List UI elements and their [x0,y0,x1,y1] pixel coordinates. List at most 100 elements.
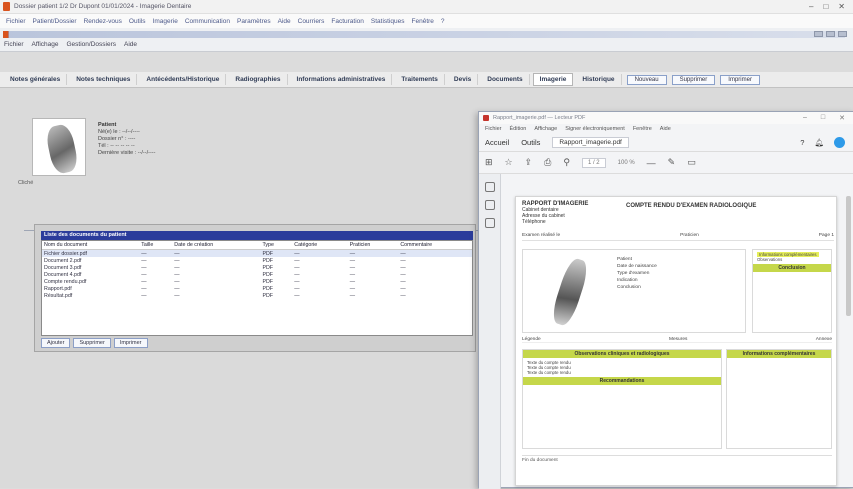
tab-imaging[interactable]: Imagerie [532,73,574,86]
table-row[interactable]: Document 2.pdf — — PDF — — — [42,257,472,264]
submenu-management[interactable]: Gestion/Dossiers [67,41,117,48]
report-header: RAPPORT D'IMAGERIE Cabinet dentaire Adre… [522,201,588,225]
pdf-maximize-button[interactable]: □ [821,114,825,122]
toolbar-close-icon[interactable] [838,31,847,37]
menu-item-window[interactable]: Fenêtre [412,18,434,25]
pdf-menu-file[interactable]: Fichier [485,126,502,132]
cell: Document 3.pdf [44,264,82,271]
bookmark-star-icon[interactable]: ☆ [505,157,513,168]
tab-history[interactable]: Antécédents/Historique [140,74,227,85]
print-button[interactable]: Imprimer [720,74,760,85]
new-button[interactable]: Nouveau [626,74,667,85]
page-icon[interactable] [485,200,495,210]
col-comment[interactable]: Commentaire [398,241,472,250]
page-indicator[interactable]: 1 / 2 [581,157,606,168]
tab-admin-info[interactable]: Informations administratives [291,74,393,85]
menu-item-settings[interactable]: Paramètres [237,18,271,25]
comment-icon[interactable]: ▭ [687,157,696,168]
help-icon[interactable]: ? [800,138,804,147]
sign-icon[interactable]: ✎ [668,157,676,168]
pdf-minimize-button[interactable]: – [803,114,807,122]
pdf-menu-view[interactable]: Affichage [534,126,557,132]
pdf-scrollbar[interactable] [846,196,851,316]
menu-item-help[interactable]: Aide [278,18,291,25]
minimize-button[interactable]: – [809,2,813,11]
pdf-menu-window[interactable]: Fenêtre [633,126,652,132]
table-row[interactable]: Document 4.pdf — — PDF — — — [42,271,472,278]
toolbar-minimize-icon[interactable] [814,31,823,37]
table-row[interactable]: Résultat.pdf — — PDF — — — [42,292,472,299]
report-line: Indication [617,278,638,283]
pdf-menu-help[interactable]: Aide [660,126,671,132]
printer-icon[interactable]: ⎙ [544,157,551,168]
cell: — [141,292,147,299]
table-row[interactable]: Compte rendu.pdf — — PDF — — — [42,278,472,285]
report-line: Conclusion [617,285,641,290]
submenu-file[interactable]: Fichier [4,41,24,48]
submenu-view[interactable]: Affichage [32,41,59,48]
toolbar-restore-icon[interactable] [826,31,835,37]
create-icon[interactable]: ⊞ [485,157,493,168]
patient-info: Patient Né(e) le : --/--/---- Dossier n°… [98,122,155,157]
col-category[interactable]: Catégorie [292,241,348,250]
account-avatar[interactable] [834,137,845,148]
table-row[interactable]: Document 3.pdf — — PDF — — — [42,264,472,271]
menu-item-appointments[interactable]: Rendez-vous [84,18,122,25]
pdf-menu-edit[interactable]: Édition [510,126,527,132]
attachments-icon[interactable] [485,218,495,228]
menu-item-billing[interactable]: Facturation [331,18,364,25]
pdf-document-tab[interactable]: Rapport_imagerie.pdf [552,137,629,148]
cell: — [294,292,300,299]
col-type[interactable]: Type [260,241,293,250]
tab-documents[interactable]: Documents [481,74,530,85]
menu-item-patient[interactable]: Patient/Dossier [33,18,77,25]
tab-technical-notes[interactable]: Notes techniques [70,74,138,85]
report-xray [537,256,603,326]
report-header-line: Téléphone [522,219,546,225]
table-row[interactable]: Fichier dossier.pdf — — PDF — — — [42,249,472,257]
pdf-menu-sign[interactable]: Signer électroniquement [565,126,625,132]
upload-icon[interactable]: ⇪ [525,157,533,168]
tab-log[interactable]: Historique [576,74,622,85]
maximize-button[interactable]: □ [823,2,828,11]
col-practitioner[interactable]: Praticien [347,241,399,250]
delete-button[interactable]: Supprimer [671,74,716,85]
col-date[interactable]: Date de création [172,241,261,250]
cell: — [349,278,356,285]
col-name[interactable]: Nom du document [42,241,140,250]
print-document-button[interactable]: Imprimer [113,338,148,348]
menu-item-about[interactable]: ? [441,18,445,25]
add-document-button[interactable]: Ajouter [41,338,71,348]
col-size[interactable]: Taille [139,241,173,250]
pdf-close-button[interactable]: ✕ [839,114,845,122]
zoom-out-icon[interactable]: — [647,158,656,168]
menu-item-communication[interactable]: Communication [185,18,230,25]
cell: — [174,285,180,292]
menu-item-letters[interactable]: Courriers [298,18,325,25]
zoom-icon[interactable]: ⚲ [563,157,570,168]
pdf-tab-tools[interactable]: Outils [521,138,540,147]
report-info-box: Informations complémentaires [726,349,832,449]
thumbnails-icon[interactable] [485,182,495,192]
cell: — [174,292,180,299]
patient-photo[interactable] [32,118,86,176]
tab-quotes[interactable]: Devis [448,74,479,85]
delete-document-button[interactable]: Supprimer [73,338,111,348]
bell-icon[interactable]: 🔔︎ [814,138,824,147]
table-row[interactable]: Rapport.pdf — — PDF — — — [42,285,472,292]
tab-treatments[interactable]: Traitements [395,74,445,85]
pdf-page: RAPPORT D'IMAGERIE Cabinet dentaire Adre… [515,196,837,486]
menu-item-file[interactable]: Fichier [6,18,26,25]
tab-radiographs[interactable]: Radiographies [229,74,288,85]
pdf-tab-home[interactable]: Accueil [485,138,509,147]
tab-general-notes[interactable]: Notes générales [4,74,68,85]
close-button[interactable]: ✕ [838,2,845,11]
report-subheader: Examen réalisé le Praticien Page 1 [522,233,834,241]
zoom-level[interactable]: 100 % [618,160,635,166]
menu-item-tools[interactable]: Outils [129,18,146,25]
menu-item-stats[interactable]: Statistiques [371,18,405,25]
cell: PDF [262,264,274,271]
submenu-help[interactable]: Aide [124,41,137,48]
menu-item-imaging[interactable]: Imagerie [153,18,178,25]
cell: PDF [262,292,274,299]
